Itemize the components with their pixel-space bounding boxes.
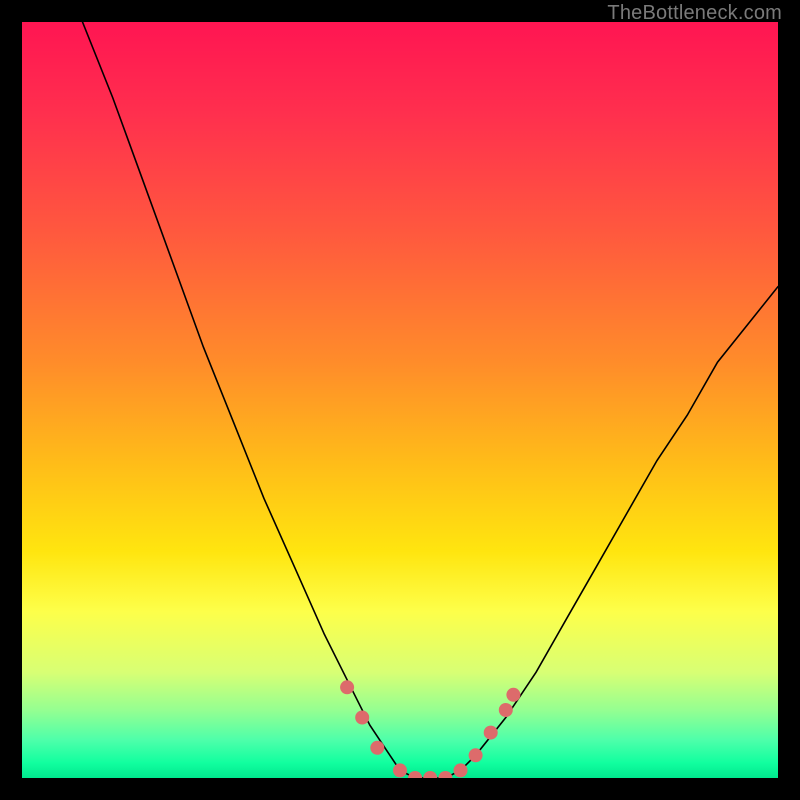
curve-marker — [393, 763, 407, 777]
curve-marker — [355, 711, 369, 725]
curve-marker — [469, 748, 483, 762]
watermark-text: TheBottleneck.com — [607, 2, 782, 25]
curve-marker — [454, 763, 468, 777]
curve-marker — [506, 688, 520, 702]
plot-area — [22, 22, 778, 778]
marker-group — [340, 680, 520, 778]
bottleneck-curve — [83, 22, 779, 778]
curve-marker — [438, 771, 452, 778]
curve-marker — [499, 703, 513, 717]
curve-marker — [484, 726, 498, 740]
curve-marker — [423, 771, 437, 778]
curve-marker — [370, 741, 384, 755]
curve-marker — [340, 680, 354, 694]
curve-marker — [408, 771, 422, 778]
curve-layer — [22, 22, 778, 778]
chart-container: TheBottleneck.com — [0, 0, 800, 800]
